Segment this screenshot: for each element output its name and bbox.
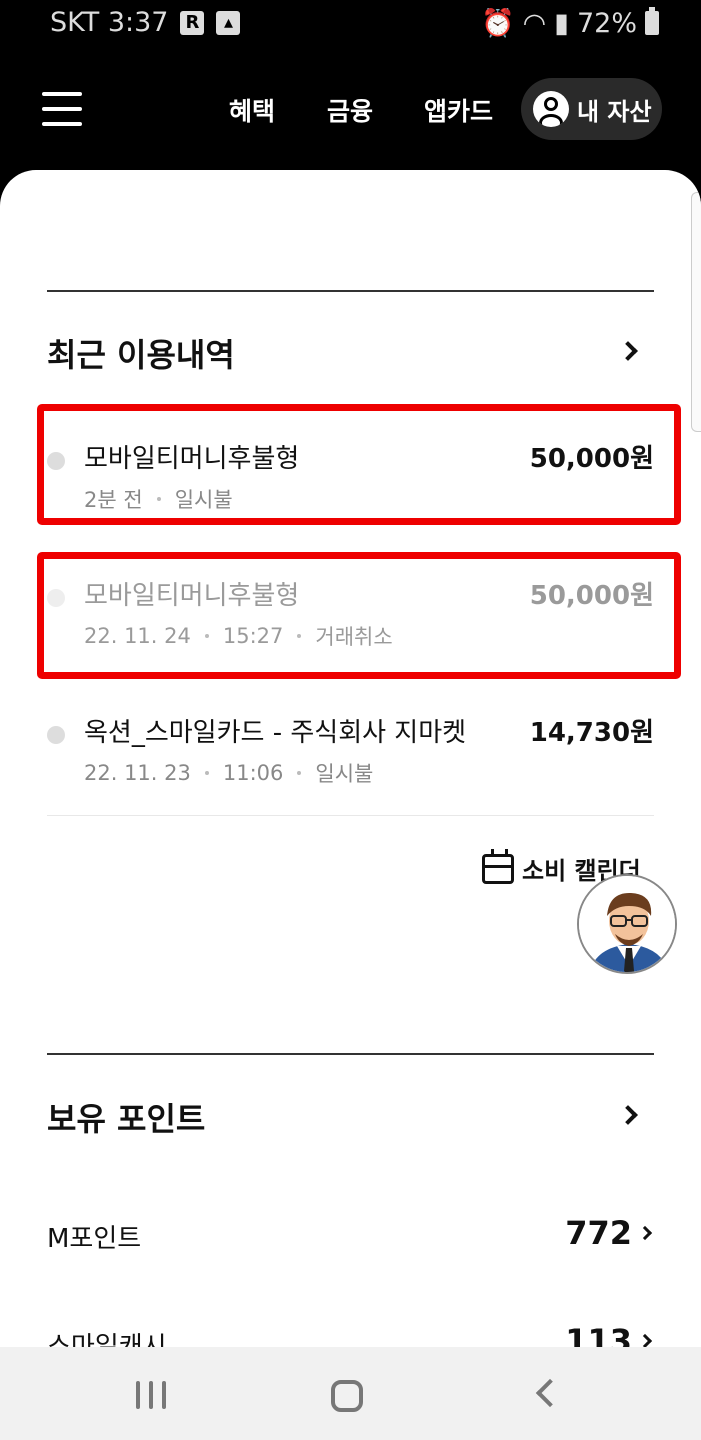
point-row-smilecash[interactable]: 스마일캐시 113: [47, 1322, 654, 1347]
merchant-name: 옥션_스마일카드 - 주식회사 지마켓: [84, 718, 467, 748]
points-more-chevron-icon[interactable]: [618, 1105, 638, 1125]
meta-installment: 일시불: [315, 762, 374, 786]
highlight-box: [37, 552, 681, 679]
main-content[interactable]: 최근 이용내역 모바일티머니후불형 50,000원 2분 전 일시불 모바일티머…: [0, 170, 701, 1347]
transaction-item[interactable]: 옥션_스마일카드 - 주식회사 지마켓 14,730원 22. 11. 23 1…: [47, 710, 654, 800]
back-icon[interactable]: [535, 1378, 565, 1408]
status-bar: SKT 3:37 R ▴ ⏰ ◠ ▮ 72%: [0, 0, 701, 48]
nav-benefits[interactable]: 혜택: [229, 92, 275, 128]
chevron-right-icon: [637, 1333, 653, 1347]
app-header: 혜택 금융 앱카드 내 자산: [0, 48, 701, 173]
meta-date: 22. 11. 23: [84, 761, 191, 785]
point-value: 113: [565, 1322, 632, 1347]
my-assets-label: 내 자산: [577, 97, 652, 126]
section-divider: [47, 1053, 654, 1055]
point-label: 스마일캐시: [47, 1332, 167, 1347]
status-left: SKT 3:37 R ▴: [50, 7, 241, 38]
nav-finance[interactable]: 금융: [327, 92, 373, 128]
recent-title: 최근 이용내역: [47, 336, 235, 374]
user-icon: [533, 91, 569, 127]
alarm-icon: ⏰: [480, 8, 515, 39]
gallery-icon: ▴: [216, 10, 241, 35]
separator-dot: [297, 771, 302, 775]
list-divider: [47, 815, 654, 816]
meta-time: 11:06: [222, 761, 284, 785]
nav-appcard[interactable]: 앱카드: [424, 92, 493, 128]
chevron-right-icon: [637, 1225, 653, 1241]
signal-icon: ▮: [554, 7, 569, 39]
home-icon[interactable]: [331, 1380, 363, 1412]
r-badge-icon: R: [180, 10, 205, 35]
wifi-icon: ◠: [522, 7, 547, 39]
recents-icon[interactable]: [136, 1381, 166, 1409]
separator-dot: [204, 771, 209, 775]
point-label: M포인트: [47, 1224, 142, 1254]
section-divider: [47, 290, 654, 292]
status-right: ⏰ ◠ ▮ 72%: [481, 7, 659, 39]
recent-more-chevron-icon[interactable]: [618, 341, 638, 361]
battery-icon: [645, 7, 659, 35]
my-assets-button[interactable]: 내 자산: [521, 78, 662, 140]
menu-icon[interactable]: [42, 92, 82, 126]
cartoon-man-icon: [579, 876, 675, 972]
status-dot: [47, 726, 65, 744]
assistant-avatar[interactable]: [577, 874, 677, 974]
calendar-icon: [482, 848, 514, 884]
point-value: 772: [565, 1214, 632, 1252]
transaction-meta: 22. 11. 23 11:06 일시불: [84, 758, 373, 788]
scroll-indicator: [691, 192, 701, 432]
system-nav-bar: [0, 1347, 701, 1440]
transaction-amount: 14,730원: [529, 718, 654, 748]
carrier-time: SKT 3:37: [50, 7, 169, 38]
highlight-box: [37, 404, 681, 525]
battery-percent: 72%: [576, 7, 637, 39]
points-title: 보유 포인트: [47, 1100, 206, 1138]
point-row-mpoint[interactable]: M포인트 772: [47, 1214, 654, 1254]
